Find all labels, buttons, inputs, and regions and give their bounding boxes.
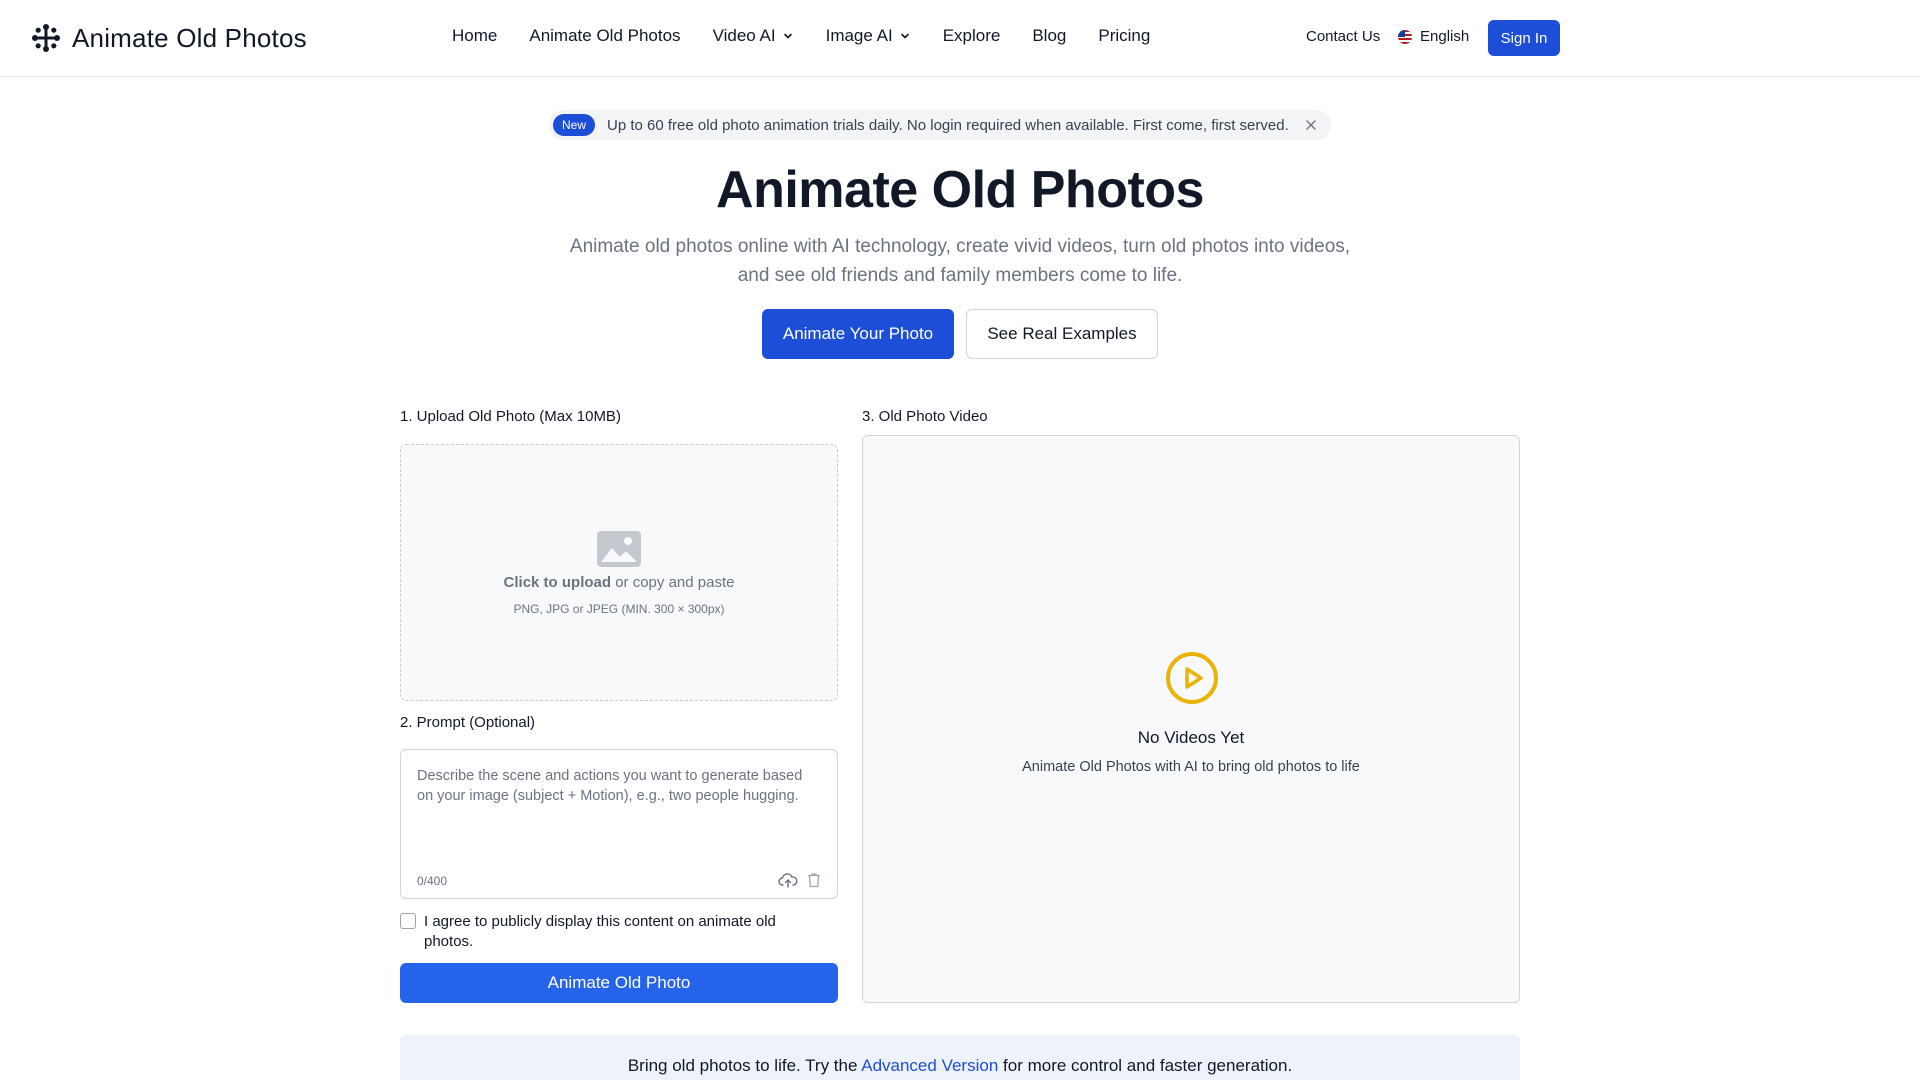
click-to-upload-text: Click to upload [503, 574, 612, 591]
nav-home-label: Home [452, 26, 498, 45]
empty-state-title: No Videos Yet [1137, 728, 1245, 747]
site-header: Animate Old Photos Home Animate Old Phot… [0, 0, 1920, 77]
close-icon[interactable] [1305, 119, 1317, 131]
hero-subtitle: Animate old photos online with AI techno… [569, 236, 1351, 286]
upload-section-label: 1. Upload Old Photo (Max 10MB) [400, 408, 621, 425]
chevron-down-icon [783, 33, 792, 39]
language-label: English [1420, 28, 1470, 45]
video-section-label: 3. Old Photo Video [862, 408, 988, 425]
video-result-panel: No Videos Yet Animate Old Photos with AI… [862, 435, 1520, 1003]
play-circle-icon [1166, 652, 1218, 704]
main-nav: Home Animate Old Photos Video AI Image A… [452, 26, 1182, 46]
animate-old-photo-button[interactable]: Animate Old Photo [400, 963, 838, 1003]
nav-video-ai[interactable]: Video AI [713, 26, 794, 46]
prompt-input[interactable] [417, 766, 821, 856]
banner-text-before: Bring old photos to life. Try the [627, 1056, 862, 1075]
page-title: Animate Old Photos [716, 161, 1204, 219]
empty-state-subtitle: Animate Old Photos with AI to bring old … [1022, 759, 1360, 775]
agree-label: I agree to publicly display this content… [424, 913, 776, 950]
photo-upload-dropzone[interactable]: Click to upload or copy and paste PNG, J… [400, 444, 838, 701]
language-selector[interactable]: English [1398, 28, 1469, 45]
contact-us-link[interactable]: Contact Us [1306, 28, 1380, 45]
advanced-version-link[interactable]: Advanced Version [861, 1056, 998, 1075]
see-real-examples-button[interactable]: See Real Examples [966, 309, 1158, 359]
logo[interactable]: Animate Old Photos [30, 22, 307, 54]
nav-image-ai[interactable]: Image AI [826, 26, 911, 46]
prompt-char-counter: 0/400 [417, 874, 448, 888]
copy-paste-text: or copy and paste [611, 574, 735, 591]
new-badge: New [553, 114, 596, 136]
advanced-version-banner: Bring old photos to life. Try the Advanc… [400, 1035, 1520, 1080]
nav-pricing-label: Pricing [1098, 26, 1151, 45]
agree-checkbox[interactable] [400, 913, 416, 929]
chevron-down-icon [900, 33, 909, 39]
banner-text: Bring old photos to life. Try the Advanc… [400, 1056, 1520, 1076]
nav-explore[interactable]: Explore [943, 26, 1001, 46]
prompt-box: 0/400 [400, 749, 838, 899]
nav-blog-label: Blog [1032, 26, 1067, 45]
logo-icon [32, 24, 60, 52]
cloud-upload-icon[interactable] [778, 872, 798, 888]
prompt-section-label: 2. Prompt (Optional) [400, 714, 536, 731]
logo-text: Animate Old Photos [72, 22, 307, 53]
nav-explore-label: Explore [942, 26, 1001, 45]
nav-pricing[interactable]: Pricing [1098, 26, 1150, 46]
nav-animate-old-photos[interactable]: Animate Old Photos [529, 26, 680, 46]
upload-formats: PNG, JPG or JPEG (MIN. 300 × 300px) [513, 602, 725, 616]
upload-instruction: Click to upload or copy and paste [401, 574, 837, 591]
nav-video-ai-label: Video AI [712, 26, 776, 45]
trash-icon[interactable] [807, 872, 821, 888]
banner-text-after: for more control and faster generation. [1003, 1056, 1293, 1075]
animate-your-photo-button[interactable]: Animate Your Photo [762, 309, 954, 359]
us-flag-icon [1398, 29, 1412, 44]
image-placeholder-icon [597, 531, 641, 567]
nav-image-ai-label: Image AI [825, 26, 893, 45]
public-display-agreement: I agree to publicly display this content… [400, 912, 838, 952]
nav-animate-old-photos-label: Animate Old Photos [529, 26, 681, 45]
announcement-bar: New Up to 60 free old photo animation tr… [549, 110, 1331, 140]
nav-home[interactable]: Home [452, 26, 497, 46]
announcement-text: Up to 60 free old photo animation trials… [607, 116, 1289, 134]
sign-in-button[interactable]: Sign In [1488, 20, 1560, 56]
nav-blog[interactable]: Blog [1032, 26, 1066, 46]
